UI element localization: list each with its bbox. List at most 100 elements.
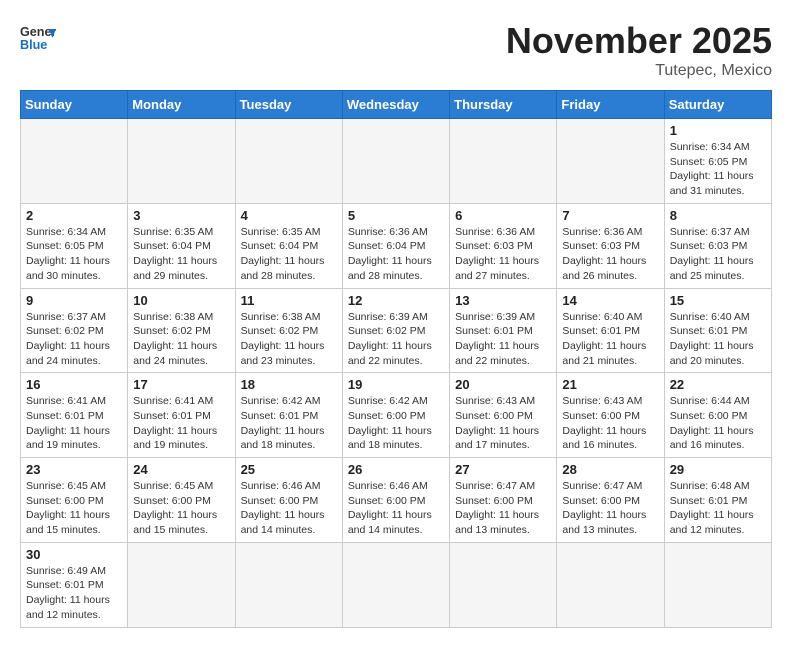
day-info: Sunrise: 6:36 AM Sunset: 6:04 PM Dayligh…: [348, 225, 444, 284]
day-info: Sunrise: 6:40 AM Sunset: 6:01 PM Dayligh…: [670, 310, 766, 369]
day-info: Sunrise: 6:36 AM Sunset: 6:03 PM Dayligh…: [455, 225, 551, 284]
calendar-cell: [342, 542, 449, 627]
day-number: 27: [455, 462, 551, 477]
calendar-cell: 12Sunrise: 6:39 AM Sunset: 6:02 PM Dayli…: [342, 288, 449, 373]
weekday-header-wednesday: Wednesday: [342, 91, 449, 119]
day-number: 13: [455, 293, 551, 308]
calendar-cell: [235, 542, 342, 627]
calendar-cell: 15Sunrise: 6:40 AM Sunset: 6:01 PM Dayli…: [664, 288, 771, 373]
weekday-header-tuesday: Tuesday: [235, 91, 342, 119]
day-number: 7: [562, 208, 658, 223]
weekday-header-row: SundayMondayTuesdayWednesdayThursdayFrid…: [21, 91, 772, 119]
day-info: Sunrise: 6:42 AM Sunset: 6:01 PM Dayligh…: [241, 394, 337, 453]
calendar-cell: 5Sunrise: 6:36 AM Sunset: 6:04 PM Daylig…: [342, 203, 449, 288]
page-header: General Blue November 2025 Tutepec, Mexi…: [20, 20, 772, 80]
day-number: 14: [562, 293, 658, 308]
calendar-cell: [557, 542, 664, 627]
calendar-cell: 22Sunrise: 6:44 AM Sunset: 6:00 PM Dayli…: [664, 373, 771, 458]
week-row-0: 1 Sunrise: 6:34 AM Sunset: 6:05 PM Daylig…: [21, 119, 772, 204]
calendar-cell: [235, 119, 342, 204]
calendar-cell: 3 Sunrise: 6:35 AM Sunset: 6:04 PM Daylig…: [128, 203, 235, 288]
day-info: Sunrise: 6:40 AM Sunset: 6:01 PM Dayligh…: [562, 310, 658, 369]
day-info: Sunrise: 6:34 AM Sunset: 6:05 PM Dayligh…: [670, 140, 766, 199]
calendar-cell: 27 Sunrise: 6:47 AM Sunset: 6:00 PM Dayli…: [450, 458, 557, 543]
calendar-cell: 21 Sunrise: 6:43 AM Sunset: 6:00 PM Dayli…: [557, 373, 664, 458]
day-number: 4: [241, 208, 337, 223]
day-number: 8: [670, 208, 766, 223]
day-info: Sunrise: 6:47 AM Sunset: 6:00 PM Dayligh…: [562, 479, 658, 538]
day-info: Sunrise: 6:43 AM Sunset: 6:00 PM Dayligh…: [455, 394, 551, 453]
day-number: 25: [241, 462, 337, 477]
day-number: 26: [348, 462, 444, 477]
weekday-header-sunday: Sunday: [21, 91, 128, 119]
calendar-cell: 18 Sunrise: 6:42 AM Sunset: 6:01 PM Dayli…: [235, 373, 342, 458]
day-info: Sunrise: 6:38 AM Sunset: 6:02 PM Dayligh…: [133, 310, 229, 369]
day-number: 28: [562, 462, 658, 477]
day-info: Sunrise: 6:46 AM Sunset: 6:00 PM Dayligh…: [348, 479, 444, 538]
calendar-cell: 14 Sunrise: 6:40 AM Sunset: 6:01 PM Dayli…: [557, 288, 664, 373]
weekday-header-monday: Monday: [128, 91, 235, 119]
svg-text:Blue: Blue: [20, 38, 47, 52]
week-row-2: 9Sunrise: 6:37 AM Sunset: 6:02 PM Daylig…: [21, 288, 772, 373]
calendar-cell: [450, 542, 557, 627]
location-subtitle: Tutepec, Mexico: [506, 62, 772, 80]
logo-icon: General Blue: [20, 20, 56, 56]
calendar-cell: 20 Sunrise: 6:43 AM Sunset: 6:00 PM Dayli…: [450, 373, 557, 458]
day-number: 2: [26, 208, 122, 223]
day-number: 11: [241, 293, 337, 308]
day-info: Sunrise: 6:48 AM Sunset: 6:01 PM Dayligh…: [670, 479, 766, 538]
day-number: 10: [133, 293, 229, 308]
day-number: 1: [670, 123, 766, 138]
calendar-cell: [128, 542, 235, 627]
calendar-cell: 10 Sunrise: 6:38 AM Sunset: 6:02 PM Dayli…: [128, 288, 235, 373]
weekday-header-saturday: Saturday: [664, 91, 771, 119]
day-info: Sunrise: 6:41 AM Sunset: 6:01 PM Dayligh…: [26, 394, 122, 453]
day-number: 18: [241, 377, 337, 392]
calendar-cell: 28 Sunrise: 6:47 AM Sunset: 6:00 PM Dayli…: [557, 458, 664, 543]
calendar-cell: 11Sunrise: 6:38 AM Sunset: 6:02 PM Dayli…: [235, 288, 342, 373]
day-number: 21: [562, 377, 658, 392]
calendar-cell: [664, 542, 771, 627]
day-number: 30: [26, 547, 122, 562]
calendar-cell: 25 Sunrise: 6:46 AM Sunset: 6:00 PM Dayli…: [235, 458, 342, 543]
day-info: Sunrise: 6:47 AM Sunset: 6:00 PM Dayligh…: [455, 479, 551, 538]
week-row-5: 30 Sunrise: 6:49 AM Sunset: 6:01 PM Dayli…: [21, 542, 772, 627]
day-info: Sunrise: 6:45 AM Sunset: 6:00 PM Dayligh…: [133, 479, 229, 538]
day-info: Sunrise: 6:39 AM Sunset: 6:01 PM Dayligh…: [455, 310, 551, 369]
calendar-cell: [21, 119, 128, 204]
calendar-cell: 29Sunrise: 6:48 AM Sunset: 6:01 PM Dayli…: [664, 458, 771, 543]
day-number: 17: [133, 377, 229, 392]
day-number: 23: [26, 462, 122, 477]
calendar-cell: 30 Sunrise: 6:49 AM Sunset: 6:01 PM Dayli…: [21, 542, 128, 627]
day-info: Sunrise: 6:42 AM Sunset: 6:00 PM Dayligh…: [348, 394, 444, 453]
day-info: Sunrise: 6:35 AM Sunset: 6:04 PM Dayligh…: [133, 225, 229, 284]
day-info: Sunrise: 6:43 AM Sunset: 6:00 PM Dayligh…: [562, 394, 658, 453]
calendar-cell: 16Sunrise: 6:41 AM Sunset: 6:01 PM Dayli…: [21, 373, 128, 458]
day-info: Sunrise: 6:46 AM Sunset: 6:00 PM Dayligh…: [241, 479, 337, 538]
calendar-cell: 1 Sunrise: 6:34 AM Sunset: 6:05 PM Daylig…: [664, 119, 771, 204]
day-number: 3: [133, 208, 229, 223]
week-row-3: 16Sunrise: 6:41 AM Sunset: 6:01 PM Dayli…: [21, 373, 772, 458]
weekday-header-thursday: Thursday: [450, 91, 557, 119]
day-info: Sunrise: 6:34 AM Sunset: 6:05 PM Dayligh…: [26, 225, 122, 284]
calendar-cell: 7Sunrise: 6:36 AM Sunset: 6:03 PM Daylig…: [557, 203, 664, 288]
calendar-cell: 26 Sunrise: 6:46 AM Sunset: 6:00 PM Dayli…: [342, 458, 449, 543]
calendar-cell: 4 Sunrise: 6:35 AM Sunset: 6:04 PM Daylig…: [235, 203, 342, 288]
day-number: 12: [348, 293, 444, 308]
day-info: Sunrise: 6:45 AM Sunset: 6:00 PM Dayligh…: [26, 479, 122, 538]
month-title: November 2025: [506, 20, 772, 62]
logo: General Blue: [20, 20, 56, 56]
calendar-cell: 6Sunrise: 6:36 AM Sunset: 6:03 PM Daylig…: [450, 203, 557, 288]
calendar-cell: 17 Sunrise: 6:41 AM Sunset: 6:01 PM Dayli…: [128, 373, 235, 458]
day-info: Sunrise: 6:49 AM Sunset: 6:01 PM Dayligh…: [26, 564, 122, 623]
calendar-cell: [450, 119, 557, 204]
calendar-cell: [128, 119, 235, 204]
calendar-table: SundayMondayTuesdayWednesdayThursdayFrid…: [20, 90, 772, 628]
calendar-cell: 24Sunrise: 6:45 AM Sunset: 6:00 PM Dayli…: [128, 458, 235, 543]
day-number: 20: [455, 377, 551, 392]
calendar-cell: 13 Sunrise: 6:39 AM Sunset: 6:01 PM Dayli…: [450, 288, 557, 373]
week-row-4: 23 Sunrise: 6:45 AM Sunset: 6:00 PM Dayli…: [21, 458, 772, 543]
day-info: Sunrise: 6:35 AM Sunset: 6:04 PM Dayligh…: [241, 225, 337, 284]
day-number: 19: [348, 377, 444, 392]
day-info: Sunrise: 6:41 AM Sunset: 6:01 PM Dayligh…: [133, 394, 229, 453]
